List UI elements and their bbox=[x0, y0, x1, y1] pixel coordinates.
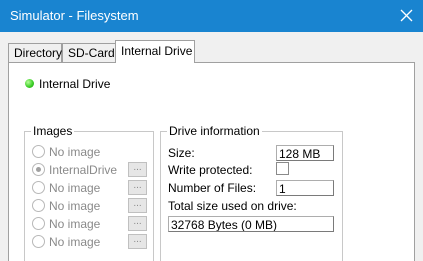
tab-sd-card[interactable]: SD-Card bbox=[62, 43, 116, 63]
image-slot-2-radio[interactable] bbox=[32, 163, 45, 176]
close-icon bbox=[400, 9, 413, 22]
drive-information-legend: Drive information bbox=[167, 124, 262, 138]
total-size-label: Total size used on drive: bbox=[168, 199, 297, 213]
images-group-legend: Images bbox=[31, 124, 75, 138]
close-button[interactable] bbox=[391, 0, 423, 32]
image-slot-2-label: InternalDrive bbox=[49, 163, 118, 177]
total-size-field[interactable]: 32768 Bytes (0 MB) bbox=[168, 216, 334, 232]
window-title: Simulator - Filesystem bbox=[10, 8, 139, 23]
tab-directory-label: Directory bbox=[14, 46, 63, 60]
image-slot-5-label: No image bbox=[49, 217, 101, 231]
image-slot-6-browse-button[interactable]: ... bbox=[128, 234, 147, 249]
image-slot-4-browse-button[interactable]: ... bbox=[128, 198, 147, 213]
tab-directory[interactable]: Directory bbox=[8, 43, 62, 63]
title-bar[interactable]: Simulator - Filesystem bbox=[0, 0, 423, 32]
write-protected-checkbox[interactable] bbox=[276, 162, 289, 175]
image-slot-5-radio[interactable] bbox=[32, 217, 45, 230]
status-led-icon bbox=[25, 79, 34, 88]
image-slot-5-browse-button[interactable]: ... bbox=[128, 216, 147, 231]
size-field[interactable]: 128 MB bbox=[276, 145, 334, 161]
image-slot-6-radio[interactable] bbox=[32, 235, 45, 248]
image-slot-2-browse-button[interactable]: ... bbox=[128, 162, 147, 177]
internal-drive-panel: Internal Drive Images No image InternalD… bbox=[8, 62, 415, 261]
image-slot-4-label: No image bbox=[49, 199, 101, 213]
tab-sd-card-label: SD-Card bbox=[68, 46, 115, 60]
image-slot-3-label: No image bbox=[49, 181, 101, 195]
image-slot-6-label: No image bbox=[49, 235, 101, 249]
drive-status-label: Internal Drive bbox=[39, 77, 111, 91]
write-protected-label: Write protected: bbox=[168, 163, 253, 177]
tab-internal-drive-label: Internal Drive bbox=[121, 44, 193, 58]
image-slot-3-browse-button[interactable]: ... bbox=[128, 180, 147, 195]
image-slot-4-radio[interactable] bbox=[32, 199, 45, 212]
image-slot-1-radio[interactable] bbox=[32, 145, 45, 158]
images-group: Images No image InternalDrive ... No ima… bbox=[24, 124, 154, 261]
number-of-files-field[interactable]: 1 bbox=[276, 180, 334, 196]
number-of-files-label: Number of Files: bbox=[168, 181, 257, 195]
drive-information-group: Drive information Size: 128 MB Write pro… bbox=[160, 124, 343, 261]
size-label: Size: bbox=[168, 146, 195, 160]
tab-internal-drive[interactable]: Internal Drive bbox=[115, 40, 195, 63]
image-slot-1-label: No image bbox=[49, 145, 101, 159]
image-slot-3-radio[interactable] bbox=[32, 181, 45, 194]
